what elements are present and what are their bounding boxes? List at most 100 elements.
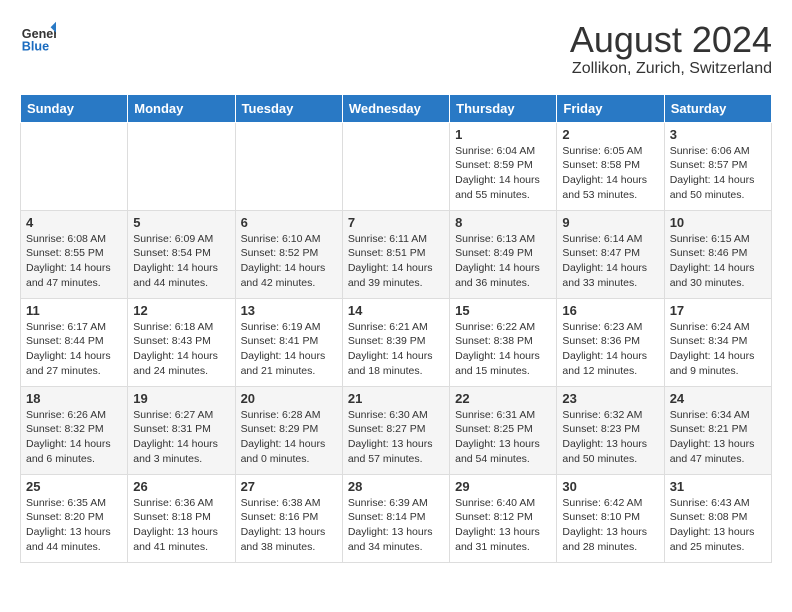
day-number: 26 (133, 479, 229, 494)
day-info: Sunrise: 6:32 AM Sunset: 8:23 PM Dayligh… (562, 408, 658, 467)
day-number: 9 (562, 215, 658, 230)
day-cell: 7 Sunrise: 6:11 AM Sunset: 8:51 PM Daylig… (342, 210, 449, 298)
day-cell: 6Sunrise: 6:10 AM Sunset: 8:52 PM Daylig… (235, 210, 342, 298)
week-row-5: 25 Sunrise: 6:35 AM Sunset: 8:20 PM Dayli… (21, 474, 772, 562)
day-cell: 30Sunrise: 6:42 AM Sunset: 8:10 PM Dayli… (557, 474, 664, 562)
day-cell: 22 Sunrise: 6:31 AM Sunset: 8:25 PM Dayli… (450, 386, 557, 474)
day-cell: 19 Sunrise: 6:27 AM Sunset: 8:31 PM Dayli… (128, 386, 235, 474)
day-cell: 17 Sunrise: 6:24 AM Sunset: 8:34 PM Dayli… (664, 298, 771, 386)
column-header-sunday: Sunday (21, 94, 128, 122)
day-info: Sunrise: 6:38 AM Sunset: 8:16 PM Dayligh… (241, 496, 337, 555)
day-cell: 2 Sunrise: 6:05 AM Sunset: 8:58 PM Daylig… (557, 122, 664, 210)
month-year: August 2024 (570, 20, 772, 60)
title-block: August 2024 Zollikon, Zurich, Switzerlan… (570, 20, 772, 78)
day-info: Sunrise: 6:24 AM Sunset: 8:34 PM Dayligh… (670, 320, 766, 379)
week-row-4: 18 Sunrise: 6:26 AM Sunset: 8:32 PM Dayli… (21, 386, 772, 474)
day-number: 12 (133, 303, 229, 318)
day-cell: 9 Sunrise: 6:14 AM Sunset: 8:47 PM Daylig… (557, 210, 664, 298)
day-number: 31 (670, 479, 766, 494)
day-info: Sunrise: 6:30 AM Sunset: 8:27 PM Dayligh… (348, 408, 444, 467)
day-info: Sunrise: 6:31 AM Sunset: 8:25 PM Dayligh… (455, 408, 551, 467)
day-cell: 20 Sunrise: 6:28 AM Sunset: 8:29 PM Dayli… (235, 386, 342, 474)
day-cell: 12 Sunrise: 6:18 AM Sunset: 8:43 PM Dayli… (128, 298, 235, 386)
day-info: Sunrise: 6:36 AM Sunset: 8:18 PM Dayligh… (133, 496, 229, 555)
day-number: 8 (455, 215, 551, 230)
day-info: Sunrise: 6:19 AM Sunset: 8:41 PM Dayligh… (241, 320, 337, 379)
day-number: 25 (26, 479, 122, 494)
day-cell: 18 Sunrise: 6:26 AM Sunset: 8:32 PM Dayli… (21, 386, 128, 474)
day-number: 21 (348, 391, 444, 406)
day-number: 24 (670, 391, 766, 406)
day-cell: 5Sunrise: 6:09 AM Sunset: 8:54 PM Daylig… (128, 210, 235, 298)
day-info: Sunrise: 6:05 AM Sunset: 8:58 PM Dayligh… (562, 144, 658, 203)
day-cell: 11Sunrise: 6:17 AM Sunset: 8:44 PM Dayli… (21, 298, 128, 386)
day-number: 14 (348, 303, 444, 318)
day-number: 7 (348, 215, 444, 230)
day-number: 3 (670, 127, 766, 142)
day-cell (342, 122, 449, 210)
day-cell (21, 122, 128, 210)
column-header-tuesday: Tuesday (235, 94, 342, 122)
day-cell: 3Sunrise: 6:06 AM Sunset: 8:57 PM Daylig… (664, 122, 771, 210)
day-info: Sunrise: 6:43 AM Sunset: 8:08 PM Dayligh… (670, 496, 766, 555)
day-cell: 4 Sunrise: 6:08 AM Sunset: 8:55 PM Daylig… (21, 210, 128, 298)
day-number: 2 (562, 127, 658, 142)
day-cell: 24Sunrise: 6:34 AM Sunset: 8:21 PM Dayli… (664, 386, 771, 474)
day-info: Sunrise: 6:27 AM Sunset: 8:31 PM Dayligh… (133, 408, 229, 467)
day-info: Sunrise: 6:21 AM Sunset: 8:39 PM Dayligh… (348, 320, 444, 379)
day-info: Sunrise: 6:35 AM Sunset: 8:20 PM Dayligh… (26, 496, 122, 555)
day-info: Sunrise: 6:40 AM Sunset: 8:12 PM Dayligh… (455, 496, 551, 555)
day-info: Sunrise: 6:39 AM Sunset: 8:14 PM Dayligh… (348, 496, 444, 555)
column-header-wednesday: Wednesday (342, 94, 449, 122)
logo: General Blue (20, 20, 56, 56)
day-number: 22 (455, 391, 551, 406)
day-cell: 14 Sunrise: 6:21 AM Sunset: 8:39 PM Dayli… (342, 298, 449, 386)
day-number: 19 (133, 391, 229, 406)
day-info: Sunrise: 6:08 AM Sunset: 8:55 PM Dayligh… (26, 232, 122, 291)
column-header-thursday: Thursday (450, 94, 557, 122)
day-cell: 16 Sunrise: 6:23 AM Sunset: 8:36 PM Dayli… (557, 298, 664, 386)
day-number: 4 (26, 215, 122, 230)
day-cell: 23 Sunrise: 6:32 AM Sunset: 8:23 PM Dayli… (557, 386, 664, 474)
week-row-2: 4 Sunrise: 6:08 AM Sunset: 8:55 PM Daylig… (21, 210, 772, 298)
day-info: Sunrise: 6:04 AM Sunset: 8:59 PM Dayligh… (455, 144, 551, 203)
day-info: Sunrise: 6:26 AM Sunset: 8:32 PM Dayligh… (26, 408, 122, 467)
day-number: 15 (455, 303, 551, 318)
day-info: Sunrise: 6:11 AM Sunset: 8:51 PM Dayligh… (348, 232, 444, 291)
day-info: Sunrise: 6:28 AM Sunset: 8:29 PM Dayligh… (241, 408, 337, 467)
day-cell: 8 Sunrise: 6:13 AM Sunset: 8:49 PM Daylig… (450, 210, 557, 298)
day-cell: 25 Sunrise: 6:35 AM Sunset: 8:20 PM Dayli… (21, 474, 128, 562)
day-cell: 27 Sunrise: 6:38 AM Sunset: 8:16 PM Dayli… (235, 474, 342, 562)
day-info: Sunrise: 6:23 AM Sunset: 8:36 PM Dayligh… (562, 320, 658, 379)
day-number: 30 (562, 479, 658, 494)
day-cell: 29Sunrise: 6:40 AM Sunset: 8:12 PM Dayli… (450, 474, 557, 562)
day-number: 1 (455, 127, 551, 142)
day-cell: 10Sunrise: 6:15 AM Sunset: 8:46 PM Dayli… (664, 210, 771, 298)
day-cell (128, 122, 235, 210)
day-info: Sunrise: 6:13 AM Sunset: 8:49 PM Dayligh… (455, 232, 551, 291)
calendar-header-row: SundayMondayTuesdayWednesdayThursdayFrid… (21, 94, 772, 122)
day-number: 16 (562, 303, 658, 318)
day-number: 20 (241, 391, 337, 406)
day-number: 18 (26, 391, 122, 406)
logo-icon: General Blue (20, 20, 56, 56)
day-info: Sunrise: 6:09 AM Sunset: 8:54 PM Dayligh… (133, 232, 229, 291)
page-header: General Blue August 2024 Zollikon, Zuric… (20, 20, 772, 78)
day-cell (235, 122, 342, 210)
day-cell: 31 Sunrise: 6:43 AM Sunset: 8:08 PM Dayli… (664, 474, 771, 562)
day-cell: 1 Sunrise: 6:04 AM Sunset: 8:59 PM Daylig… (450, 122, 557, 210)
day-number: 28 (348, 479, 444, 494)
day-info: Sunrise: 6:22 AM Sunset: 8:38 PM Dayligh… (455, 320, 551, 379)
day-number: 27 (241, 479, 337, 494)
column-header-monday: Monday (128, 94, 235, 122)
day-number: 23 (562, 391, 658, 406)
svg-text:Blue: Blue (22, 40, 49, 54)
day-info: Sunrise: 6:14 AM Sunset: 8:47 PM Dayligh… (562, 232, 658, 291)
day-info: Sunrise: 6:18 AM Sunset: 8:43 PM Dayligh… (133, 320, 229, 379)
day-number: 17 (670, 303, 766, 318)
day-cell: 28 Sunrise: 6:39 AM Sunset: 8:14 PM Dayli… (342, 474, 449, 562)
day-number: 6 (241, 215, 337, 230)
location: Zollikon, Zurich, Switzerland (570, 60, 772, 78)
week-row-1: 1 Sunrise: 6:04 AM Sunset: 8:59 PM Daylig… (21, 122, 772, 210)
calendar-table: SundayMondayTuesdayWednesdayThursdayFrid… (20, 94, 772, 563)
